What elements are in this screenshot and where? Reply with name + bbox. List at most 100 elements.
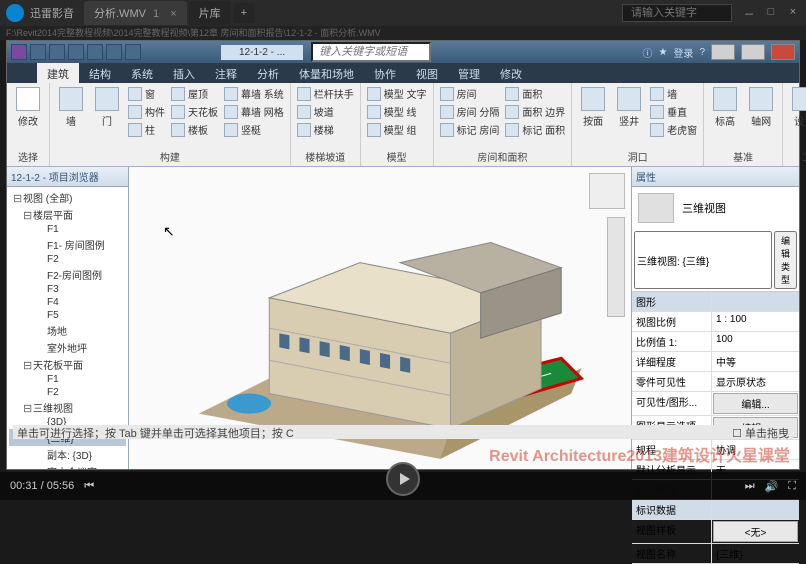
property-row[interactable]: 零件可见性显示原状态 bbox=[632, 372, 799, 392]
shaft-button[interactable]: 竖井 bbox=[612, 85, 646, 130]
viewport-3d[interactable]: ↖ bbox=[129, 167, 631, 469]
ribbon-tab-注释[interactable]: 注释 bbox=[205, 63, 247, 83]
tree-item[interactable]: 室外地坪 bbox=[9, 339, 126, 356]
ribbon-tab-修改[interactable]: 修改 bbox=[490, 63, 532, 83]
ribbon-tab-管理[interactable]: 管理 bbox=[448, 63, 490, 83]
prev-track-icon[interactable]: ⏮ bbox=[84, 480, 94, 493]
player-tab-active[interactable]: 分析.WMV 1 × bbox=[84, 1, 187, 25]
player-tab-library[interactable]: 片库 bbox=[189, 1, 231, 25]
play-button[interactable] bbox=[386, 462, 420, 496]
close-icon[interactable]: × bbox=[786, 6, 800, 20]
room-button[interactable]: 房间 bbox=[438, 85, 502, 102]
tag-room-button[interactable]: 标记 房间 bbox=[438, 121, 502, 138]
tree-item[interactable]: 场地 bbox=[9, 322, 126, 339]
tree-item[interactable]: F3 bbox=[9, 283, 126, 296]
railing-button[interactable]: 栏杆扶手 bbox=[295, 85, 356, 102]
property-row[interactable]: 详细程度中等 bbox=[632, 352, 799, 372]
tree-item[interactable]: ⊟天花板平面 bbox=[9, 356, 126, 373]
help-icon[interactable]: ? bbox=[699, 47, 705, 58]
star-icon[interactable]: ★ bbox=[658, 47, 667, 58]
model-text-button[interactable]: 模型 文字 bbox=[365, 85, 429, 102]
ribbon-tab-分析[interactable]: 分析 bbox=[247, 63, 289, 83]
edit-type-button[interactable]: 编辑类型 bbox=[774, 231, 797, 289]
qat-redo-icon[interactable] bbox=[87, 44, 103, 60]
modify-button[interactable]: 修改 bbox=[11, 85, 45, 130]
ribbon-tab-结构[interactable]: 结构 bbox=[79, 63, 121, 83]
tree-item[interactable]: F1 bbox=[9, 373, 126, 386]
property-row[interactable]: 标识数据 bbox=[632, 500, 799, 520]
ribbon-tab-体量和场地[interactable]: 体量和场地 bbox=[289, 63, 364, 83]
tree-item[interactable]: F1- 房间图例 bbox=[9, 236, 126, 253]
area-boundary-button[interactable]: 面积 边界 bbox=[503, 103, 567, 120]
wall-opening-button[interactable]: 墙 bbox=[648, 85, 699, 102]
tree-item[interactable]: 室内会议室 bbox=[9, 463, 126, 469]
tree-item[interactable]: ⊟楼层平面 bbox=[9, 206, 126, 223]
wall-button[interactable]: 墙 bbox=[54, 85, 88, 130]
tree-item[interactable]: F2-房间图例 bbox=[9, 266, 126, 283]
player-tab-add[interactable]: + bbox=[233, 3, 255, 23]
qat-undo-icon[interactable] bbox=[68, 44, 84, 60]
property-row[interactable]: 视图比例1 : 100 bbox=[632, 312, 799, 332]
tree-item[interactable]: ⊟三维视图 bbox=[9, 399, 126, 416]
qat-print-icon[interactable] bbox=[106, 44, 122, 60]
stair-button[interactable]: 楼梯 bbox=[295, 121, 356, 138]
tree-item[interactable]: 副本: {3D} bbox=[9, 446, 126, 463]
door-button[interactable]: 门 bbox=[90, 85, 124, 130]
vertical-opening-button[interactable]: 垂直 bbox=[648, 103, 699, 120]
view-cube-icon[interactable] bbox=[589, 173, 625, 209]
title-search-input[interactable] bbox=[311, 42, 431, 62]
type-selector-input[interactable] bbox=[634, 231, 772, 289]
model-line-button[interactable]: 模型 线 bbox=[365, 103, 429, 120]
ribbon-tab-协作[interactable]: 协作 bbox=[364, 63, 406, 83]
property-row[interactable]: 视图名称{三维} bbox=[632, 544, 799, 564]
revit-close-icon[interactable] bbox=[771, 44, 795, 60]
area-button[interactable]: 面积 bbox=[503, 85, 567, 102]
minimize-icon[interactable]: － bbox=[742, 6, 756, 20]
tree-item[interactable]: F2 bbox=[9, 386, 126, 399]
next-track-icon[interactable]: ⏭ bbox=[745, 480, 755, 493]
property-row[interactable]: 视图样板<无> bbox=[632, 520, 799, 544]
mullion-button[interactable]: 竖梃 bbox=[222, 121, 286, 138]
volume-icon[interactable]: 🔊 bbox=[765, 480, 779, 493]
roof-button[interactable]: 屋顶 bbox=[169, 85, 220, 102]
tree-item[interactable]: F5 bbox=[9, 309, 126, 322]
ribbon-tab-视图[interactable]: 视图 bbox=[406, 63, 448, 83]
floor-button[interactable]: 楼板 bbox=[169, 121, 220, 138]
ceiling-button[interactable]: 天花板 bbox=[169, 103, 220, 120]
qat-more-icon[interactable] bbox=[125, 44, 141, 60]
ribbon-tab-建筑[interactable]: 建筑 bbox=[37, 63, 79, 83]
room-separator-button[interactable]: 房间 分隔 bbox=[438, 103, 502, 120]
by-face-button[interactable]: 按面 bbox=[576, 85, 610, 130]
model-group-button[interactable]: 模型 组 bbox=[365, 121, 429, 138]
curtain-system-button[interactable]: 幕墙 系统 bbox=[222, 85, 286, 102]
app-menu-icon[interactable] bbox=[11, 44, 27, 60]
column-button[interactable]: 柱 bbox=[126, 121, 167, 138]
ribbon-tab-系统[interactable]: 系统 bbox=[121, 63, 163, 83]
set-button[interactable]: 设置 bbox=[787, 85, 806, 130]
level-button[interactable]: 标高 bbox=[708, 85, 742, 130]
grid-button[interactable]: 轴网 bbox=[744, 85, 778, 130]
tree-item[interactable]: F1 bbox=[9, 223, 126, 236]
ribbon-tab-插入[interactable]: 插入 bbox=[163, 63, 205, 83]
maximize-icon[interactable]: □ bbox=[764, 6, 778, 20]
tree-item[interactable]: F4 bbox=[9, 296, 126, 309]
curtain-grid-button[interactable]: 幕墙 网格 bbox=[222, 103, 286, 120]
player-search-input[interactable] bbox=[622, 4, 732, 22]
property-row[interactable]: 比例值 1:100 bbox=[632, 332, 799, 352]
close-icon[interactable]: × bbox=[170, 8, 176, 20]
info-icon[interactable]: ⓘ bbox=[642, 45, 652, 60]
login-button[interactable]: 登录 bbox=[673, 45, 693, 60]
navigation-bar-icon[interactable] bbox=[607, 217, 625, 317]
component-button[interactable]: 构件 bbox=[126, 103, 167, 120]
window-button[interactable]: 窗 bbox=[126, 85, 167, 102]
revit-minimize-icon[interactable] bbox=[711, 44, 735, 60]
property-row[interactable]: 可见性/图形...编辑... bbox=[632, 392, 799, 416]
qat-open-icon[interactable] bbox=[30, 44, 46, 60]
ramp-button[interactable]: 坡道 bbox=[295, 103, 356, 120]
dormer-button[interactable]: 老虎窗 bbox=[648, 121, 699, 138]
tree-item[interactable]: F2 bbox=[9, 253, 126, 266]
revit-restore-icon[interactable] bbox=[741, 44, 765, 60]
fullscreen-icon[interactable]: ⛶ bbox=[788, 480, 796, 493]
tag-area-button[interactable]: 标记 面积 bbox=[503, 121, 567, 138]
property-row[interactable]: 图形 bbox=[632, 292, 799, 312]
